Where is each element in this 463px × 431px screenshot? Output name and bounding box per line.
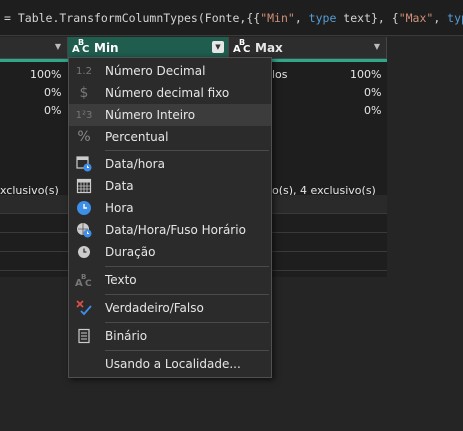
column-header-min[interactable]: ABC Min ▼ <box>68 37 229 59</box>
empty-percent: 0% <box>44 104 62 117</box>
menu-item-label: Duração <box>105 245 156 259</box>
valid-label: los <box>272 68 288 81</box>
menu-item-time[interactable]: Hora <box>69 197 271 219</box>
decimal-number-icon: 1.2 <box>76 65 92 77</box>
duration-icon <box>74 243 94 261</box>
dropdown-button[interactable]: ▼ <box>212 41 224 53</box>
error-percent: 0% <box>44 86 62 99</box>
menu-separator <box>105 350 269 351</box>
binary-icon <box>74 327 94 345</box>
menu-item-label: Data <box>105 179 134 193</box>
menu-separator <box>105 150 269 151</box>
menu-item-duration[interactable]: Duração <box>69 241 271 263</box>
menu-item-label: Hora <box>105 201 134 215</box>
menu-item-label: Texto <box>105 273 137 287</box>
formula-string-max: "Max" <box>398 11 434 25</box>
menu-item-whole-number[interactable]: 1²3 Número Inteiro <box>69 104 271 126</box>
menu-item-label: Percentual <box>105 130 169 144</box>
menu-item-label: Binário <box>105 329 148 343</box>
menu-item-fixed-decimal[interactable]: $ Número decimal fixo <box>69 82 271 104</box>
menu-item-datetime[interactable]: Data/hora <box>69 153 271 175</box>
menu-item-label: Data/hora <box>105 157 165 171</box>
formula-separator: , <box>433 11 448 25</box>
menu-item-label: Número decimal fixo <box>105 86 230 100</box>
error-percent: 0% <box>364 86 382 99</box>
menu-item-boolean[interactable]: Verdadeiro/Falso <box>69 297 271 319</box>
valid-percent: 100% <box>30 68 62 81</box>
menu-item-percent[interactable]: % Percentual <box>69 126 271 148</box>
text-type-icon: ABC <box>74 271 94 289</box>
menu-item-label: Número Decimal <box>105 64 206 78</box>
formula-text: = Table.TransformColumnTypes(Fonte,{{ <box>4 11 261 25</box>
menu-separator <box>105 294 269 295</box>
menu-item-decimal-number[interactable]: 1.2 Número Decimal <box>69 60 271 82</box>
chevron-down-icon[interactable]: ▼ <box>374 42 380 51</box>
datetime-icon <box>74 155 94 173</box>
column-name-min: Min <box>94 40 119 55</box>
menu-separator <box>105 322 269 323</box>
menu-separator <box>105 266 269 267</box>
menu-item-label: Data/Hora/Fuso Horário <box>105 223 246 237</box>
formula-string-min: "Min" <box>260 11 295 25</box>
menu-item-using-locale[interactable]: Usando a Localidade... <box>69 353 271 375</box>
formula-text: text}, { <box>336 11 399 25</box>
menu-item-label: Usando a Localidade... <box>105 357 241 371</box>
menu-item-label: Verdadeiro/Falso <box>105 301 204 315</box>
empty-percent: 0% <box>364 104 382 117</box>
calendar-icon <box>74 177 94 195</box>
menu-item-label: Número Inteiro <box>105 108 196 122</box>
percent-icon: % <box>77 129 91 145</box>
whole-number-icon: 1²3 <box>75 109 93 121</box>
column-name-max: Max <box>255 40 283 55</box>
menu-item-text[interactable]: ABC Texto <box>69 269 271 291</box>
text-type-icon[interactable]: ABC <box>72 38 90 55</box>
chevron-down-icon[interactable]: ▼ <box>55 42 61 51</box>
column-header-previous[interactable]: ▼ <box>0 37 68 59</box>
formula-bar[interactable]: = Table.TransformColumnTypes(Fonte,{{"Mi… <box>0 0 463 36</box>
menu-item-date[interactable]: Data <box>69 175 271 197</box>
formula-separator: , <box>294 11 309 25</box>
timezone-icon <box>74 221 94 239</box>
boolean-icon <box>74 299 94 317</box>
svg-text:C: C <box>85 279 92 288</box>
valid-percent: 100% <box>350 68 382 81</box>
formula-keyword: type <box>447 11 463 25</box>
data-type-menu: 1.2 Número Decimal $ Número decimal fixo… <box>68 57 272 378</box>
formula-keyword: type <box>308 11 337 25</box>
text-type-icon[interactable]: ABC <box>233 38 251 55</box>
menu-item-datetimezone[interactable]: Data/Hora/Fuso Horário <box>69 219 271 241</box>
menu-item-binary[interactable]: Binário <box>69 325 271 347</box>
clock-icon <box>74 199 94 217</box>
column-header-max[interactable]: ABC Max ▼ <box>229 37 387 59</box>
currency-icon: $ <box>79 85 89 101</box>
